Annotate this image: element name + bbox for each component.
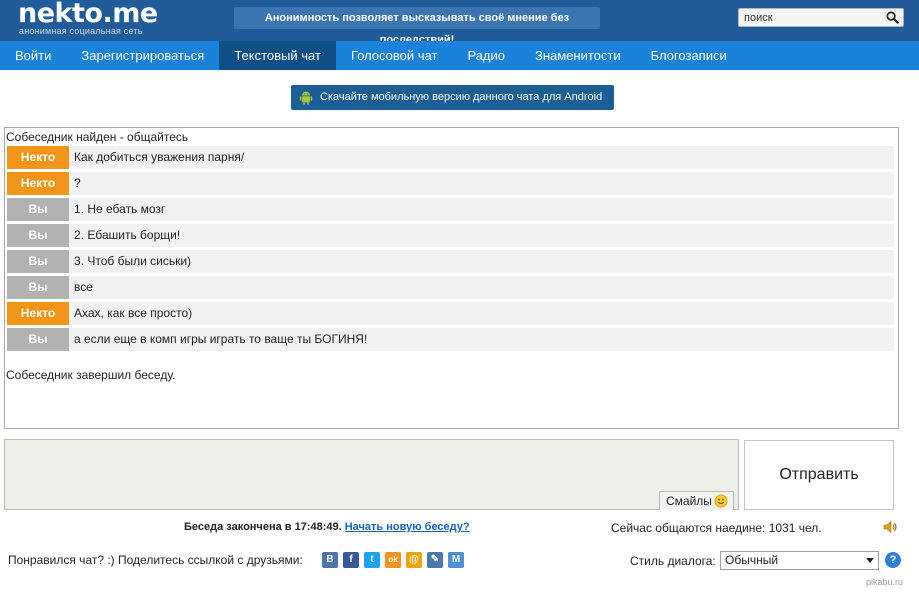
header-slogan: Анонимность позволяет высказывать своё м… <box>234 7 600 46</box>
help-icon[interactable]: ? <box>885 552 901 568</box>
mailru-icon[interactable]: @ <box>406 552 422 568</box>
android-download-button[interactable]: Скачайте мобильную версию данного чата д… <box>291 85 614 110</box>
search-box <box>738 8 904 27</box>
smiley-icon <box>714 494 728 508</box>
watermark: pikabu.ru <box>866 577 904 587</box>
livejournal-icon[interactable]: ✎ <box>427 552 443 568</box>
message-author-badge: Вы <box>7 224 69 247</box>
message-author-badge: Вы <box>7 250 69 273</box>
message-input[interactable] <box>5 440 738 509</box>
smiles-button[interactable]: Смайлы <box>659 491 734 510</box>
odnoklassniki-icon[interactable]: ok <box>385 552 401 568</box>
dialog-style-value: Обычный <box>725 553 779 567</box>
search-icon[interactable] <box>885 10 900 25</box>
chat-ended-status: Беседа закончена в 17:48:49. Начать нову… <box>184 521 470 533</box>
share-icons: В f t ok @ ✎ M <box>322 552 464 568</box>
search-input[interactable] <box>739 9 879 26</box>
new-chat-link[interactable]: Начать новую беседу? <box>345 521 470 533</box>
chat-message: Вы 1. Не ебать мозг <box>7 198 894 221</box>
chat-status: Собеседник найден - общайтесь <box>6 130 189 144</box>
share-label: Понравился чат? :) Поделитесь ссылкой с … <box>8 553 303 567</box>
speaker-icon[interactable] <box>882 519 898 535</box>
nav-item-blogs[interactable]: Блогозаписи <box>636 41 742 70</box>
dialog-style-select[interactable]: Обычный <box>720 551 879 570</box>
message-text: 1. Не ебать мозг <box>74 202 166 216</box>
chat-message: Вы 3. Чтоб были сиськи) <box>7 250 894 273</box>
moimir-icon[interactable]: M <box>448 552 464 568</box>
site-header: nekto.me анонимная социальная сеть Анони… <box>0 0 919 46</box>
main-nav: Войти Зарегистрироваться Текстовый чат Г… <box>0 41 919 70</box>
smiles-label: Смайлы <box>666 494 712 508</box>
message-input-area[interactable] <box>4 439 739 510</box>
message-author-badge: Некто <box>7 302 69 325</box>
android-download-label: Скачайте мобильную версию данного чата д… <box>320 91 603 103</box>
chat-ended-notice: Собеседник завершил беседу. <box>6 368 176 382</box>
site-logo[interactable]: nekto.me <box>18 0 158 28</box>
chat-ended-text: Беседа закончена в 17:48:49. <box>184 521 342 533</box>
chat-message: Некто Ахах, как все просто) <box>7 302 894 325</box>
message-text: все <box>74 280 93 294</box>
message-author-badge: Вы <box>7 328 69 351</box>
nav-item-text-chat[interactable]: Текстовый чат <box>219 41 336 70</box>
message-text: 3. Чтоб были сиськи) <box>74 254 192 268</box>
twitter-icon[interactable]: t <box>364 552 380 568</box>
message-author-badge: Некто <box>7 146 69 169</box>
android-icon <box>299 91 313 105</box>
chat-log[interactable]: Собеседник найден - общайтесь Некто Как … <box>4 127 899 429</box>
message-text: Ахах, как все просто) <box>74 306 193 320</box>
nav-item-register[interactable]: Зарегистрироваться <box>66 41 219 70</box>
message-text: 2. Ебашить борщи! <box>74 228 181 242</box>
nav-item-radio[interactable]: Радио <box>452 41 520 70</box>
facebook-icon[interactable]: f <box>343 552 359 568</box>
online-count: Сейчас общаются наедине: 1031 чел. <box>611 521 822 535</box>
site-logo-subtitle: анонимная социальная сеть <box>19 26 143 36</box>
message-text: ? <box>74 176 81 190</box>
chat-message: Некто ? <box>7 172 894 195</box>
send-button[interactable]: Отправить <box>744 440 894 510</box>
nav-item-voice-chat[interactable]: Голосовой чат <box>336 41 453 70</box>
chat-message: Вы а если еще в комп игры играть то ваще… <box>7 328 894 351</box>
dialog-style-label: Стиль диалога: <box>630 554 716 568</box>
message-author-badge: Некто <box>7 172 69 195</box>
chat-message: Вы 2. Ебашить борщи! <box>7 224 894 247</box>
message-author-badge: Вы <box>7 276 69 299</box>
vk-icon[interactable]: В <box>322 552 338 568</box>
nav-item-login[interactable]: Войти <box>0 41 66 70</box>
nav-item-celebrities[interactable]: Знаменитости <box>520 41 636 70</box>
chat-message: Некто Как добиться уважения парня/ <box>7 146 894 169</box>
message-text: Как добиться уважения парня/ <box>74 150 245 164</box>
message-text: а если еще в комп игры играть то ваще ты… <box>74 332 368 346</box>
chat-message: Вы все <box>7 276 894 299</box>
message-author-badge: Вы <box>7 198 69 221</box>
chevron-down-icon <box>866 558 874 563</box>
